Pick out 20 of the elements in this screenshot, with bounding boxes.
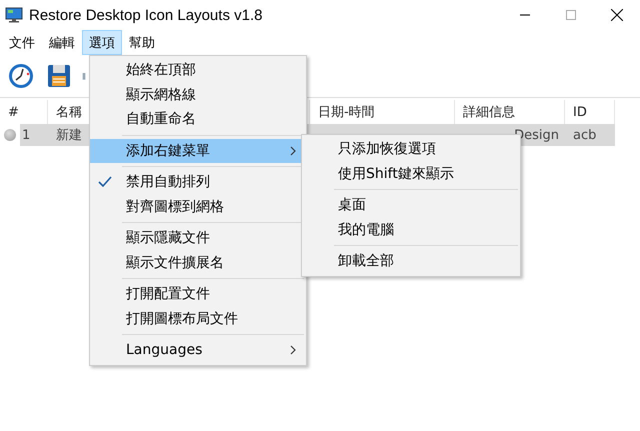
menu-item[interactable]: 打開圖標布局文件 xyxy=(90,306,306,331)
menu-title[interactable]: 幫助 xyxy=(122,30,162,55)
menu-title[interactable]: 文件 xyxy=(2,30,42,55)
menu-item[interactable]: Languages xyxy=(90,338,306,362)
menu-title[interactable]: 編輯 xyxy=(42,30,82,55)
menu-item[interactable]: 顯示網格線 xyxy=(90,82,306,107)
menu-title[interactable]: 選項 xyxy=(82,30,122,55)
table-cell: acb xyxy=(565,124,615,146)
monitor-icon xyxy=(5,7,23,23)
menu-item[interactable]: 始終在頂部 xyxy=(90,58,306,82)
clock-icon[interactable] xyxy=(6,61,36,91)
table-cell: 1 xyxy=(20,124,48,146)
window-title: Restore Desktop Icon Layouts v1.8 xyxy=(29,6,264,24)
maximize-icon xyxy=(566,10,576,20)
menu-item[interactable]: 桌面 xyxy=(302,193,520,218)
close-icon xyxy=(611,9,623,21)
status-dot-icon xyxy=(4,129,16,141)
menu-item[interactable]: 我的電腦 xyxy=(302,218,520,242)
menu-item[interactable]: 打開配置文件 xyxy=(90,282,306,306)
menu-item[interactable]: 卸載全部 xyxy=(302,249,520,274)
